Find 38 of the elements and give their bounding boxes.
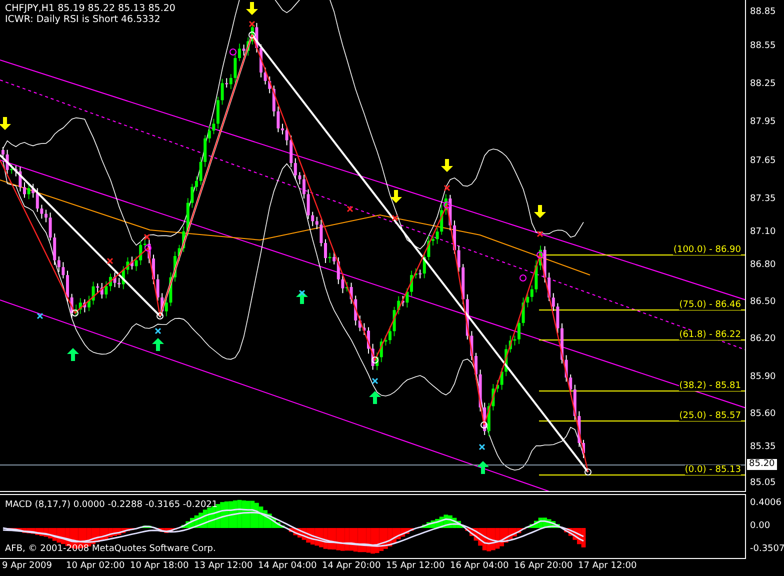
fibonacci-level-label: (100.0) - 86.90 <box>673 245 741 255</box>
price-axis-label: 86.80 <box>750 260 776 270</box>
macd-indicator-title: MACD (8,17,7) 0.0000 -0.2288 -0.3165 -0.2021 <box>5 500 218 510</box>
price-axis-label: 86.50 <box>750 297 776 307</box>
fibonacci-level-label: (0.0) - 85.13 <box>684 465 741 475</box>
price-axis-label: 86.20 <box>750 334 776 344</box>
macd-axis-label: 0.4006 <box>750 498 782 508</box>
price-axis-label: 85.90 <box>750 372 776 382</box>
fibonacci-level-label: (38.2) - 85.81 <box>679 381 741 391</box>
time-axis-label: 9 Apr 2009 <box>2 560 53 573</box>
time-axis-label: 14 Apr 20:00 <box>322 560 382 573</box>
price-axis-label: 88.55 <box>750 41 776 51</box>
time-axis-label: 16 Apr 20:00 <box>514 560 574 573</box>
time-axis-label: 10 Apr 02:00 <box>66 560 126 573</box>
price-axis-label: 85.35 <box>750 442 776 452</box>
symbol-quote-text: CHFJPY,H1 85.19 85.22 85.13 85.20 <box>5 3 176 14</box>
time-axis-label: 14 Apr 04:00 <box>258 560 318 573</box>
price-axis-label: 85.60 <box>750 409 776 419</box>
copyright-text: AFB, © 2001-2008 MetaQuotes Software Corp. <box>5 544 216 554</box>
fibonacci-level-label: (25.0) - 85.57 <box>679 411 741 421</box>
price-axis-label: 85.05 <box>750 478 776 488</box>
macd-axis-label: -0.3507 <box>750 544 784 554</box>
rsi-signal-text: ICWR: Daily RSI is Short 46.5332 <box>5 14 162 25</box>
current-price-tag: 85.20 <box>747 459 777 470</box>
macd-axis-label: 0.00 <box>750 521 770 531</box>
price-axis-label: 88.25 <box>750 79 776 89</box>
time-axis-label: 16 Apr 04:00 <box>450 560 510 573</box>
price-axis-label: 87.65 <box>750 156 776 166</box>
price-axis-label: 88.85 <box>750 7 776 17</box>
time-axis-label: 10 Apr 18:00 <box>130 560 190 573</box>
time-axis-label: 13 Apr 12:00 <box>194 560 254 573</box>
price-axis-label: 87.35 <box>750 194 776 204</box>
fibonacci-level-label: (75.0) - 86.46 <box>679 300 741 310</box>
price-axis-label: 87.10 <box>750 227 776 237</box>
price-axis-label: 87.95 <box>750 117 776 127</box>
time-axis-label: 17 Apr 12:00 <box>578 560 638 573</box>
time-axis-label: 15 Apr 12:00 <box>386 560 446 573</box>
fibonacci-level-label: (61.8) - 86.22 <box>679 330 741 340</box>
